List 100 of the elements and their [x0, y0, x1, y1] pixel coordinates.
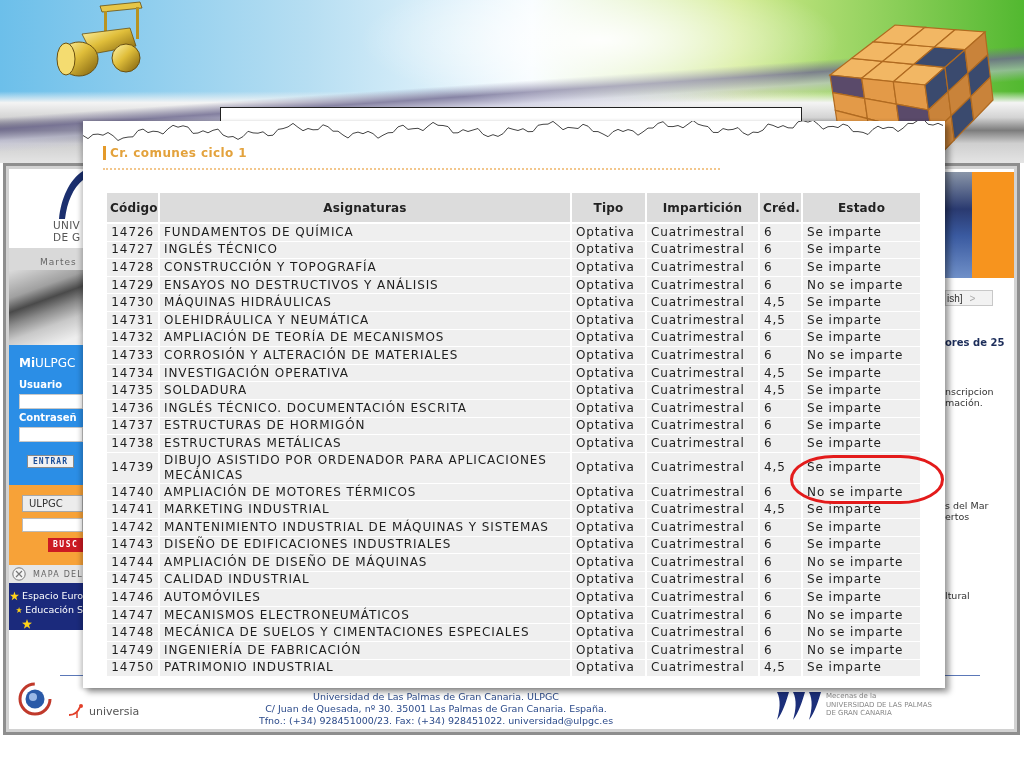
table-cell: Cuatrimestral	[647, 624, 760, 643]
search-field[interactable]	[22, 518, 83, 532]
table-cell: 4,5	[760, 294, 803, 312]
table-cell: MÁQUINAS HIDRÁULICAS	[160, 294, 572, 312]
date-label: Martes	[40, 257, 77, 267]
table-cell: Optativa	[572, 452, 647, 484]
login-heading: MiULPGC	[19, 356, 76, 370]
table-cell: 4,5	[760, 382, 803, 400]
table-cell: AUTOMÓVILES	[160, 589, 572, 607]
table-cell: FUNDAMENTOS DE QUÍMICA	[160, 224, 572, 242]
table-cell: Cuatrimestral	[647, 589, 760, 607]
search-button[interactable]: BUSC	[48, 538, 83, 552]
table-cell: Cuatrimestral	[647, 294, 760, 312]
table-cell: DIBUJO ASISTIDO POR ORDENADOR PARA APLICACIONES MECÁNICAS	[160, 452, 572, 484]
news-snippet: ltural	[945, 590, 970, 601]
swoosh-logo-icon	[58, 169, 83, 219]
table-cell: Cuatrimestral	[647, 382, 760, 400]
table-cell: Optativa	[572, 554, 647, 572]
table-cell: 14733	[107, 347, 160, 365]
footer-address: Universidad de Las Palmas de Gran Canaria. ULPGC C/ Juan de Quesada, nº 30. 35001 Las Palmas de Gran Canaria. España. Tfno.: (+34) 928451000/23. Fax: (+34) 928451022. universidad@ulpgc.es	[257, 691, 615, 727]
table-cell: Se imparte	[803, 589, 922, 607]
table-cell: Optativa	[572, 435, 647, 453]
table-cell: 14739	[107, 452, 160, 484]
table-cell: No se imparte	[803, 347, 922, 365]
table-cell: 4,5	[760, 501, 803, 519]
logo-text: DE G	[53, 231, 82, 243]
login-button[interactable]: ENTRAR	[27, 455, 74, 468]
table-cell: Cuatrimestral	[647, 554, 760, 572]
table-cell: 14738	[107, 435, 160, 453]
column-header: Código	[107, 193, 160, 224]
language-button[interactable]: ish] >	[945, 290, 993, 306]
table-cell: MARKETING INDUSTRIAL	[160, 501, 572, 519]
field-label: Contraseñ	[19, 412, 77, 424]
scope-dropdown[interactable]: ULPGC	[22, 495, 83, 512]
column-header: Créd.	[760, 193, 803, 224]
field-label: Usuario	[19, 379, 63, 391]
circle-logo-icon	[18, 680, 52, 718]
partner-name: universia	[89, 704, 140, 718]
curve-logo-icon	[68, 703, 86, 719]
table-cell: Optativa	[572, 501, 647, 519]
column-header: Tipo	[572, 193, 647, 224]
star-icon	[16, 605, 23, 615]
table-cell: Cuatrimestral	[647, 435, 760, 453]
table-cell: 14728	[107, 259, 160, 277]
nav-link[interactable]: Educación S	[25, 604, 83, 616]
table-cell: Se imparte	[803, 294, 922, 312]
table-cell: Optativa	[572, 589, 647, 607]
table-cell: 6	[760, 624, 803, 643]
table-cell: Cuatrimestral	[647, 501, 760, 519]
chevron-icon: >	[969, 292, 976, 304]
table-cell: Optativa	[572, 259, 647, 277]
star-icon	[22, 619, 32, 629]
table-cell: 14748	[107, 624, 160, 643]
table-cell: 14746	[107, 589, 160, 607]
table-cell: MECÁNICA DE SUELOS Y CIMENTACIONES ESPECIALES	[160, 624, 572, 643]
table-cell: Se imparte	[803, 259, 922, 277]
star-icon	[10, 591, 19, 601]
table-cell: 14726	[107, 224, 160, 242]
table-cell: No se imparte	[803, 624, 922, 643]
table-cell: Optativa	[572, 624, 647, 643]
table-cell: 6	[760, 347, 803, 365]
table-cell: 14741	[107, 501, 160, 519]
table-cell: SOLDADURA	[160, 382, 572, 400]
site-map-link[interactable]: MAPA DEL	[33, 569, 83, 579]
table-cell: Se imparte	[803, 435, 922, 453]
table-cell: Se imparte	[803, 382, 922, 400]
table-cell: 6	[760, 435, 803, 453]
table-cell: 14730	[107, 294, 160, 312]
table-cell: INGENIERÍA DE FABRICACIÓN	[160, 642, 572, 660]
table-cell: Cuatrimestral	[647, 642, 760, 660]
table-cell: Optativa	[572, 224, 647, 242]
news-snippet: nscripcion mación.	[945, 386, 994, 408]
column-header: Asignaturas	[160, 193, 572, 224]
nav-link[interactable]: Espacio Euro	[21, 590, 83, 602]
table-cell: Optativa	[572, 347, 647, 365]
news-heading[interactable]: ores de 25	[945, 337, 1005, 349]
table-cell: ESTRUCTURAS METÁLICAS	[160, 435, 572, 453]
table-cell: Optativa	[572, 382, 647, 400]
table-cell: 14749	[107, 642, 160, 660]
table-cell: 14744	[107, 554, 160, 572]
section-title: Cr. comunes ciclo 1	[103, 146, 247, 160]
username-field[interactable]	[19, 394, 83, 409]
column-header: Impartición	[647, 193, 760, 224]
table-cell: 6	[760, 259, 803, 277]
table-cell: Optativa	[572, 294, 647, 312]
table-cell: Cuatrimestral	[647, 452, 760, 484]
table-cell: Optativa	[572, 642, 647, 660]
table-cell: 6	[760, 224, 803, 242]
table-cell: 6	[760, 589, 803, 607]
table-cell: 6	[760, 642, 803, 660]
table-cell: No se imparte	[803, 642, 922, 660]
crossed-circle-icon	[12, 567, 26, 581]
table-cell: CONSTRUCCIÓN Y TOPOGRAFÍA	[160, 259, 572, 277]
table-cell: Cuatrimestral	[647, 347, 760, 365]
table-cell: No se imparte	[803, 554, 922, 572]
news-snippet: s del Mar ertos	[945, 500, 989, 522]
logo-text: UNIV	[53, 219, 82, 231]
table-cell: 6	[760, 554, 803, 572]
password-field[interactable]	[19, 427, 83, 442]
table-cell: 14735	[107, 382, 160, 400]
